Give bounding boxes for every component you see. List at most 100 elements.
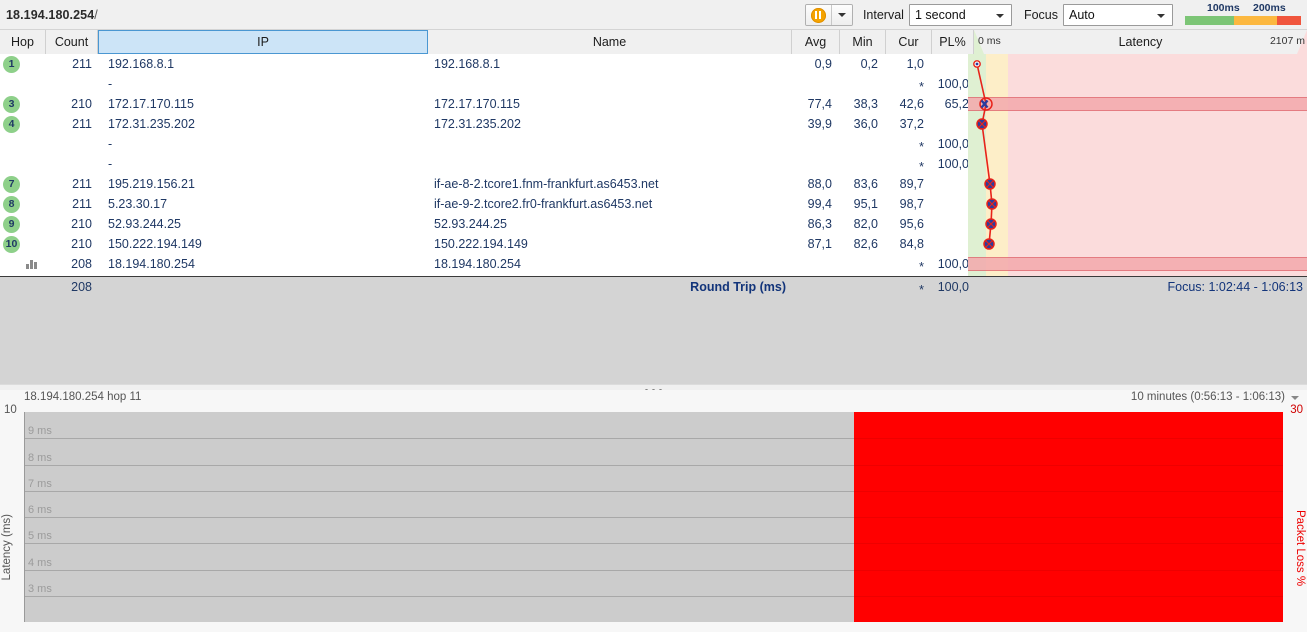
interval-select[interactable]: 1 second (908, 4, 1012, 26)
cell-name: 172.17.170.115 (434, 97, 520, 111)
latency-polyline (976, 63, 993, 245)
cell-avg: 87,1 (807, 237, 832, 251)
gridline-label: 3 ms (28, 583, 52, 595)
cell-min (840, 74, 886, 94)
cell-hop: 3 (0, 94, 46, 114)
cell-cur: 37,2 (899, 117, 924, 131)
cell-name: 192.168.8.1 (434, 57, 501, 71)
gridline (854, 491, 1283, 492)
latency-plot[interactable] (968, 54, 1307, 276)
cell-name (428, 74, 792, 94)
chart-icon[interactable] (26, 259, 37, 269)
cell-avg (792, 74, 840, 94)
legend-band-green (1185, 16, 1234, 25)
cell-avg: 88,0 (807, 177, 832, 191)
cell-min (840, 134, 886, 154)
detail-chart-plot[interactable]: 9 ms 8 ms 7 ms 6 ms 5 ms 4 ms 3 ms (24, 412, 1283, 622)
column-header-avg[interactable]: Avg (792, 30, 840, 54)
focus-select[interactable]: Auto (1063, 4, 1173, 26)
cell-ip: 18.194.180.254 (108, 257, 195, 271)
cell-avg: 86,3 (807, 217, 832, 231)
gridline-label: 9 ms (28, 425, 52, 437)
cell-hop: 9 (0, 214, 46, 234)
pause-button[interactable] (805, 5, 832, 25)
cell-count (46, 74, 98, 94)
table-header: Hop Count IP Name Avg Min Cur PL% 0 ms L… (0, 30, 1307, 54)
hop-badge: 8 (3, 195, 20, 213)
target-path: / (94, 7, 98, 22)
cell-min: 82,0 (853, 217, 878, 231)
cell-min: 38,3 (853, 97, 878, 111)
cell-avg (792, 254, 840, 274)
chevron-down-icon[interactable] (1291, 396, 1299, 400)
column-header-count[interactable]: Count (46, 30, 98, 54)
cell-count: 211 (72, 177, 92, 191)
cell-count (46, 134, 98, 154)
cell-ip: 150.222.194.149 (108, 237, 202, 251)
column-header-hop[interactable]: Hop (0, 30, 46, 54)
legend-band-red (1276, 16, 1301, 25)
hop-badge: 10 (3, 235, 20, 253)
cell-min (840, 154, 886, 174)
cell-ip: - (108, 77, 113, 91)
cell-hop (0, 134, 46, 154)
target-host: 18.194.180.254 (6, 7, 95, 22)
cell-ip: 52.93.244.25 (108, 217, 181, 231)
focus-label: Focus (1023, 8, 1058, 22)
hop-badge: 7 (3, 175, 20, 193)
column-header-pl[interactable]: PL% (932, 30, 974, 54)
summary-cur: * (918, 281, 924, 297)
packet-loss-axis-top-label: 30 (1290, 404, 1303, 416)
cell-min: 36,0 (853, 117, 878, 131)
cell-name: if-ae-8-2.tcore1.fnm-frankfurt.as6453.ne… (434, 177, 659, 191)
latency-header-label: Latency (1118, 35, 1163, 49)
cell-name: if-ae-9-2.tcore2.fr0-frankfurt.as6453.ne… (434, 197, 653, 211)
cell-hop: 8 (0, 194, 46, 214)
detail-chart-header: 18.194.180.254 hop 11 10 minutes (0:56:1… (0, 390, 1307, 406)
pause-dropdown-button[interactable] (831, 5, 852, 25)
latency-axis-top-label: 10 (4, 404, 17, 416)
toolbar-controls: Interval 1 second Focus Auto 100ms 200ms (804, 0, 1307, 30)
cell-hop: 7 (0, 174, 46, 194)
cell-avg: 39,9 (807, 117, 832, 131)
column-header-name[interactable]: Name (428, 30, 792, 54)
cell-count: 211 (72, 197, 92, 211)
middle-pane (0, 296, 1307, 384)
legend-gradient-bar (1185, 16, 1301, 25)
cell-hop: 1 (0, 54, 46, 74)
detail-chart-range[interactable]: 10 minutes (0:56:13 - 1:06:13) (1131, 391, 1285, 403)
gridline (854, 570, 1283, 571)
latency-axis-min: 0 ms (978, 35, 1001, 47)
hop-badge: 4 (3, 115, 20, 133)
hop-badge: 9 (3, 215, 20, 233)
cell-cur: 84,8 (899, 237, 924, 251)
cell-cur: 98,7 (899, 197, 924, 211)
cell-hop (0, 154, 46, 174)
pause-control-group[interactable] (804, 4, 853, 26)
top-toolbar: 18.194.180.254/ Interval 1 second Focus … (0, 0, 1307, 30)
cell-ip: 172.17.170.115 (108, 97, 194, 111)
gridline (854, 517, 1283, 518)
cell-count (46, 154, 98, 174)
cell-name: 18.194.180.254 (434, 257, 521, 271)
cell-ip: 5.23.30.17 (108, 197, 168, 211)
cell-min: 0,2 (860, 57, 878, 71)
cell-cur: * (918, 79, 924, 94)
cell-min: 83,6 (853, 177, 878, 191)
cell-cur: 95,6 (899, 217, 924, 231)
cell-min (840, 254, 886, 274)
latency-axis-title: Latency (ms) (1, 514, 13, 581)
column-header-min[interactable]: Min (840, 30, 886, 54)
cell-name: 52.93.244.25 (434, 217, 507, 231)
detail-chart-title: 18.194.180.254 hop 11 (24, 391, 142, 403)
summary-hop (0, 277, 46, 297)
cell-count: 210 (71, 237, 92, 251)
hop-badge: 3 (3, 95, 20, 113)
cell-cur: * (918, 139, 924, 154)
column-header-ip[interactable]: IP (98, 30, 428, 54)
cell-cur: 1,0 (906, 57, 924, 71)
gridline-label: 8 ms (28, 452, 52, 464)
cell-hop (0, 254, 46, 274)
column-header-latency[interactable]: 0 ms Latency 2107 m (974, 30, 1307, 54)
column-header-cur[interactable]: Cur (886, 30, 932, 54)
